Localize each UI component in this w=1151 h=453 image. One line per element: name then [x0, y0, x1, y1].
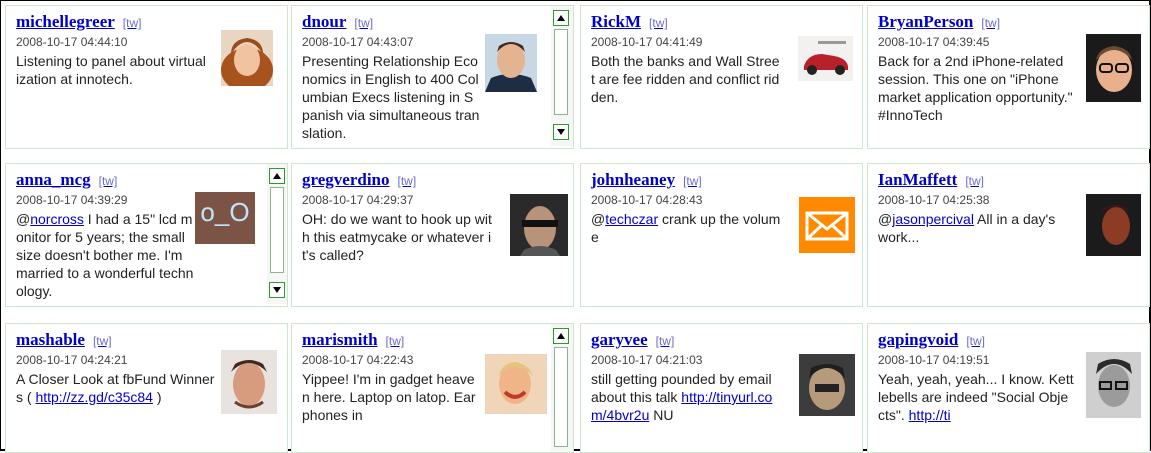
tweet-grid: michellegreer [tw] 2008-10-17 04:44:10 Li…	[0, 0, 1151, 453]
username-link[interactable]: gapingvoid	[878, 330, 958, 349]
timestamp: 2008-10-17 04:41:49	[591, 35, 703, 49]
scroll-up-button[interactable]	[553, 10, 569, 26]
username-link[interactable]: RickM	[591, 12, 641, 31]
tweet-text: Both the banks and Wall Street are fee r…	[591, 53, 780, 105]
tweet-text: Listening to panel about virtualization …	[16, 53, 206, 87]
username-link[interactable]: michellegreer	[16, 12, 115, 31]
timestamp: 2008-10-17 04:43:07	[302, 35, 414, 49]
timestamp: 2008-10-17 04:21:03	[591, 353, 703, 367]
tweet-scrollbar[interactable]	[551, 6, 573, 146]
twitter-source-tag[interactable]: [tw]	[354, 16, 373, 30]
tweet-cell: dnour [tw] 2008-10-17 04:43:07 Presenting…	[291, 5, 574, 149]
tweet-cell: RickM [tw] 2008-10-17 04:41:49 Both the b…	[580, 5, 863, 149]
twitter-source-tag[interactable]: [tw]	[981, 16, 1000, 30]
avatar[interactable]	[799, 354, 855, 416]
username-link[interactable]: marismith	[302, 330, 378, 349]
scroll-up-button[interactable]	[553, 328, 569, 344]
timestamp: 2008-10-17 04:39:45	[878, 35, 990, 49]
twitter-source-tag[interactable]: [tw]	[656, 334, 675, 348]
tweet-cell: gapingvoid [tw] 2008-10-17 04:19:51 Yeah,…	[867, 323, 1150, 453]
tweet-text: @norcross I had a 15" lcd monitor for 5 …	[16, 211, 194, 299]
tweet-cell: johnheaney [tw] 2008-10-17 04:28:43 @tech…	[580, 163, 863, 307]
tweet-cell: anna_mcg [tw] 2008-10-17 04:39:29 @norcro…	[5, 163, 288, 307]
timestamp: 2008-10-17 04:25:38	[878, 193, 990, 207]
mention-link[interactable]: techczar	[605, 211, 658, 227]
avatar[interactable]	[485, 34, 537, 92]
avatar[interactable]	[1086, 352, 1141, 418]
scroll-thumb[interactable]	[270, 187, 284, 273]
tweet-cell: mashable [tw] 2008-10-17 04:24:21 A Close…	[5, 323, 288, 453]
twitter-source-tag[interactable]: [tw]	[965, 174, 984, 188]
envelope-icon[interactable]	[799, 197, 855, 253]
avatar-text: o_O	[200, 197, 250, 227]
tweet-text: still getting pounded by email about thi…	[591, 371, 773, 423]
username-link[interactable]: gregverdino	[302, 170, 390, 189]
username-link[interactable]: IanMaffett	[878, 170, 957, 189]
tweet-text: Presenting Relationship Economics in Eng…	[302, 53, 480, 141]
tweet-cell: marismith [tw] 2008-10-17 04:22:43 Yippee…	[291, 323, 574, 453]
scroll-up-button[interactable]	[269, 168, 285, 184]
avatar[interactable]	[1086, 34, 1141, 102]
tweet-text: Yippee! I'm in gadget heaven here. Lapto…	[302, 371, 476, 423]
avatar[interactable]	[485, 354, 547, 414]
scroll-thumb[interactable]	[554, 347, 568, 447]
avatar[interactable]	[510, 194, 568, 256]
tweet-text: OH: do we want to hook up with this eatm…	[302, 211, 492, 263]
tweet-text: Yeah, yeah, yeah... I know. Kettlebells …	[878, 371, 1074, 423]
username-link[interactable]: johnheaney	[591, 170, 675, 189]
avatar[interactable]	[221, 30, 273, 86]
username-link[interactable]: BryanPerson	[878, 12, 973, 31]
tweet-cell: IanMaffett [tw] 2008-10-17 04:25:38 @jaso…	[867, 163, 1150, 307]
url-link[interactable]: http://ti	[909, 407, 951, 423]
scroll-down-button[interactable]	[269, 282, 285, 298]
twitter-source-tag[interactable]: [tw]	[123, 16, 142, 30]
mention-link[interactable]: norcross	[30, 211, 84, 227]
username-link[interactable]: mashable	[16, 330, 85, 349]
tweet-cell: gregverdino [tw] 2008-10-17 04:29:37 OH: …	[291, 163, 574, 307]
twitter-source-tag[interactable]: [tw]	[398, 174, 417, 188]
mention-link[interactable]: jasonpercival	[892, 211, 974, 227]
twitter-source-tag[interactable]: [tw]	[93, 334, 112, 348]
tweet-text: @jasonpercival All in a day's work...	[878, 211, 1056, 245]
url-link[interactable]: http://zz.gd/c35c84	[35, 389, 153, 405]
timestamp: 2008-10-17 04:29:37	[302, 193, 414, 207]
timestamp: 2008-10-17 04:22:43	[302, 353, 414, 367]
avatar[interactable]: o_O	[195, 192, 255, 244]
tweet-cell: BryanPerson [tw] 2008-10-17 04:39:45 Back…	[867, 5, 1150, 149]
avatar[interactable]	[1086, 194, 1141, 256]
tweet-cell: garyvee [tw] 2008-10-17 04:21:03 still ge…	[580, 323, 863, 453]
tweet-cell: michellegreer [tw] 2008-10-17 04:44:10 Li…	[5, 5, 288, 149]
timestamp: 2008-10-17 04:24:21	[16, 353, 128, 367]
timestamp: 2008-10-17 04:19:51	[878, 353, 990, 367]
scroll-thumb[interactable]	[554, 29, 568, 115]
twitter-source-tag[interactable]: [tw]	[683, 174, 702, 188]
avatar[interactable]	[221, 350, 277, 414]
twitter-source-tag[interactable]: [tw]	[649, 16, 668, 30]
twitter-source-tag[interactable]: [tw]	[386, 334, 405, 348]
avatar[interactable]	[798, 36, 853, 81]
tweet-scrollbar[interactable]	[551, 324, 573, 452]
username-link[interactable]: dnour	[302, 12, 346, 31]
scroll-down-button[interactable]	[553, 124, 569, 140]
timestamp: 2008-10-17 04:44:10	[16, 35, 128, 49]
twitter-source-tag[interactable]: [tw]	[99, 174, 118, 188]
tweet-text: Back for a 2nd iPhone-related session. T…	[878, 53, 1073, 123]
tweet-text: A Closer Look at fbFund Winners ( http:/…	[16, 371, 215, 405]
username-link[interactable]: anna_mcg	[16, 170, 91, 189]
twitter-source-tag[interactable]: [tw]	[966, 334, 985, 348]
timestamp: 2008-10-17 04:39:29	[16, 193, 128, 207]
username-link[interactable]: garyvee	[591, 330, 648, 349]
tweet-text: @techczar crank up the volume	[591, 211, 781, 245]
tweet-scrollbar[interactable]	[267, 164, 287, 304]
timestamp: 2008-10-17 04:28:43	[591, 193, 703, 207]
